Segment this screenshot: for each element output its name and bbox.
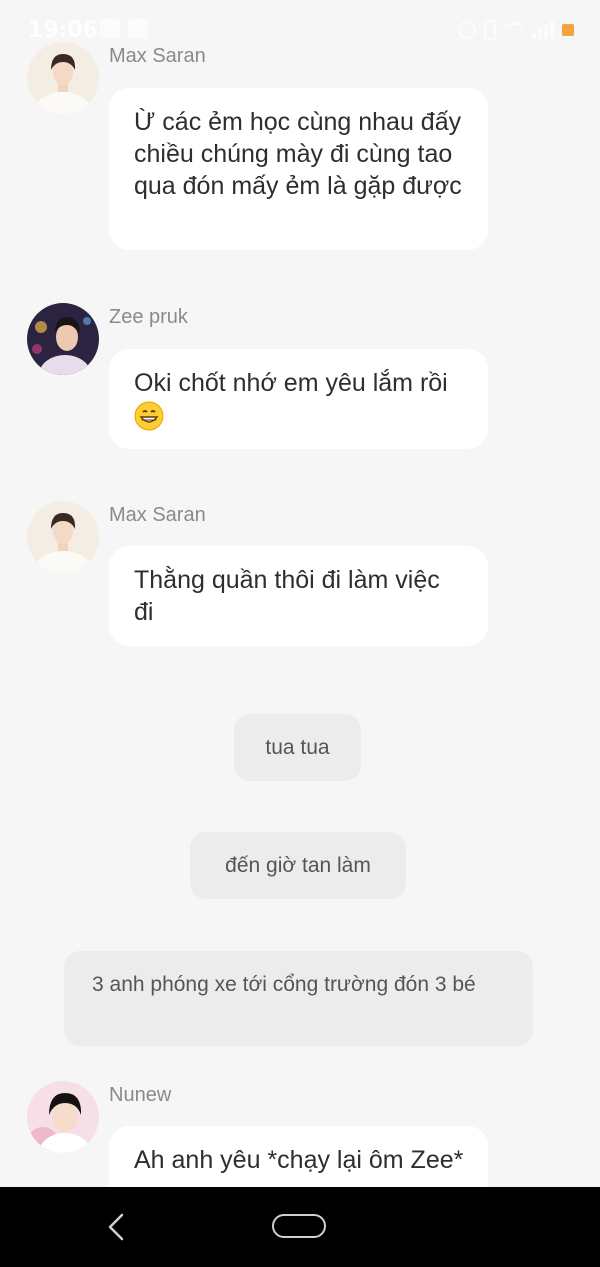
- message-bubble[interactable]: Thằng quần thôi đi làm việc đi: [109, 546, 488, 646]
- message-bubble[interactable]: Oki chốt nhớ em yêu lắm rồi: [109, 349, 488, 449]
- back-icon[interactable]: [104, 1213, 128, 1241]
- message-text: Oki chốt nhớ em yêu lắm rồi: [134, 369, 448, 397]
- avatar-zee-pruk[interactable]: [27, 303, 99, 375]
- wifi-icon: [504, 22, 524, 38]
- navigation-bar: [0, 1187, 600, 1267]
- narration-pill[interactable]: tua tua: [234, 714, 361, 781]
- status-bar: 19:06: [0, 0, 600, 60]
- narration-pill[interactable]: đến giờ tan làm: [190, 832, 406, 899]
- status-icons-right: [458, 20, 574, 40]
- sender-name: Zee pruk: [109, 306, 188, 328]
- vibrate-icon: [484, 20, 496, 40]
- home-icon[interactable]: [272, 1214, 326, 1238]
- avatar-max-saran[interactable]: [27, 501, 99, 573]
- notification-icon: [100, 19, 120, 39]
- status-time: 19:06: [28, 18, 99, 43]
- grinning-face-icon: [134, 401, 164, 431]
- image-icon: [128, 19, 148, 39]
- avatar-nunew[interactable]: [27, 1081, 99, 1153]
- signal-icon: [532, 21, 554, 39]
- sender-name: Max Saran: [109, 504, 206, 526]
- message-bubble[interactable]: Ừ các ẻm học cùng nhau đấy chiều chúng m…: [109, 88, 488, 250]
- sender-name: Nunew: [109, 1084, 172, 1106]
- narration-pill[interactable]: 3 anh phóng xe tới cổng trường đón 3 bé: [64, 951, 533, 1046]
- status-icons-left: [100, 19, 148, 39]
- alarm-icon: [458, 21, 476, 39]
- battery-icon: [562, 24, 574, 36]
